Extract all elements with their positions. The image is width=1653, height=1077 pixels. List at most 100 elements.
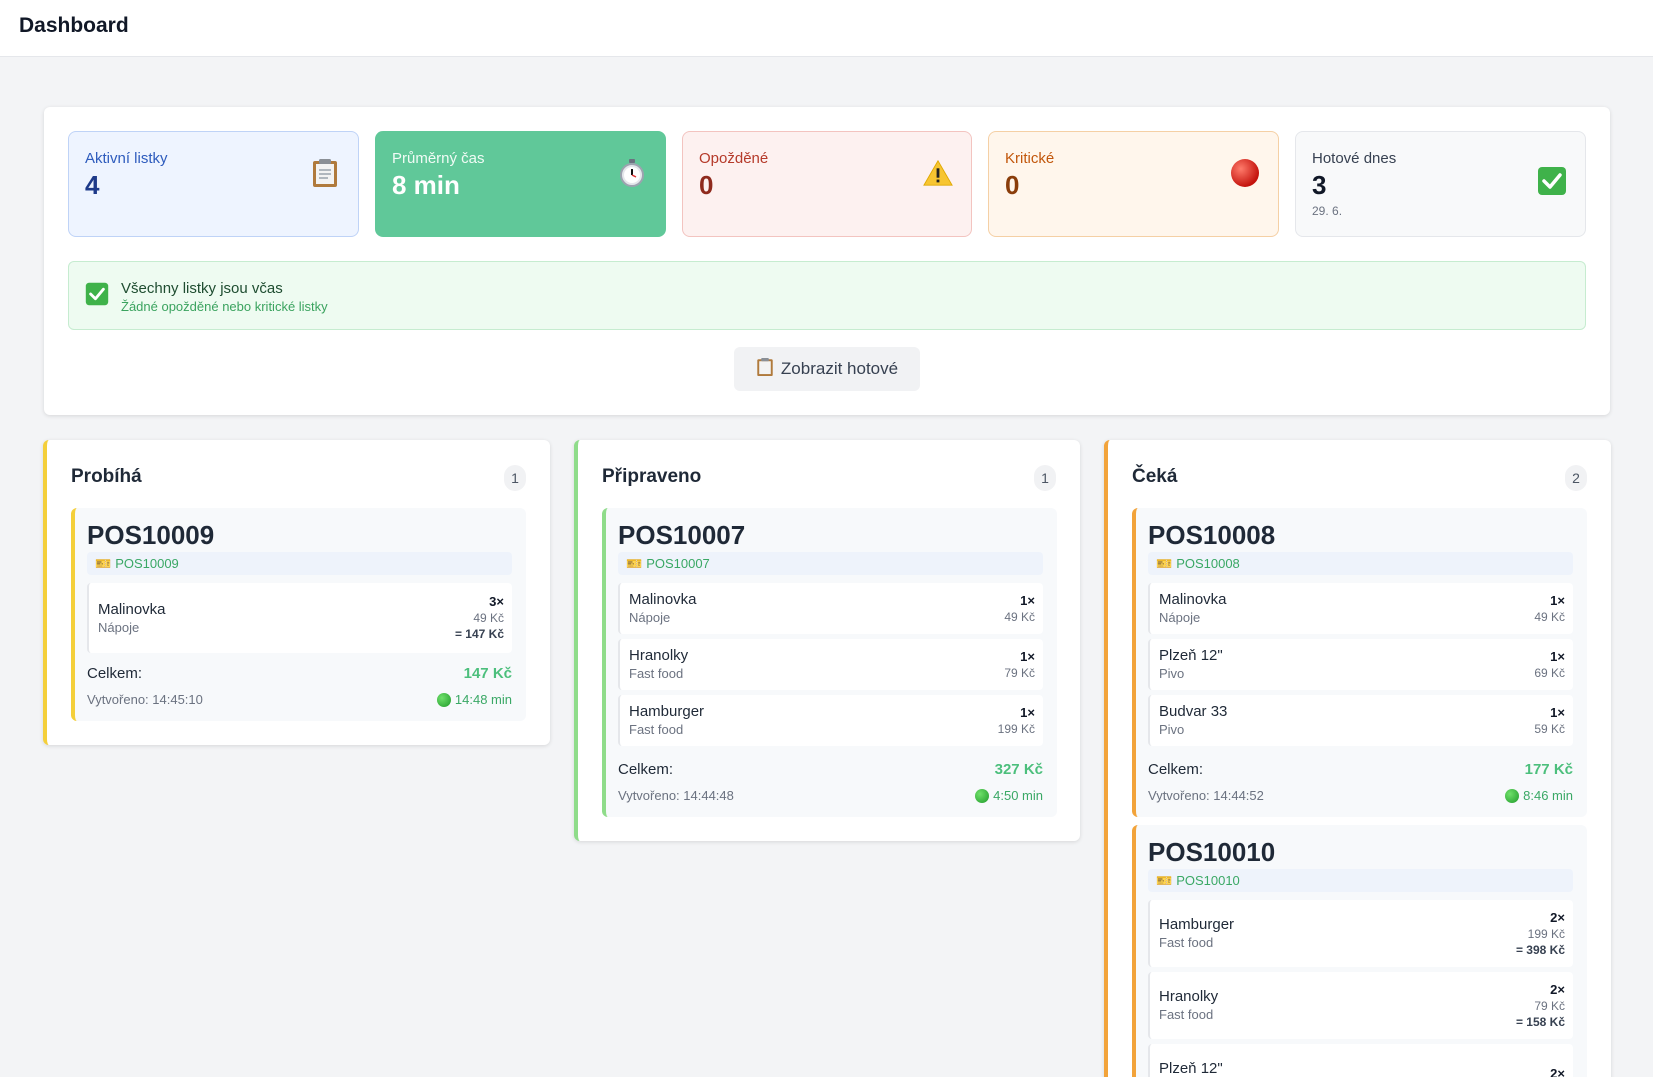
item-category: Fast food [1159,1007,1214,1022]
ticket-summary: Celkem: 177 Kč [1148,761,1573,781]
ticket-icon: 🎫 [1156,872,1173,888]
ticket-source-label: POS10010 [1176,873,1240,888]
stat-critical[interactable]: Kritické 0 [988,131,1279,237]
show-done-button[interactable]: Zobrazit hotové [734,347,920,391]
list-item: Hamburger Fast food 1× 199 Kč [618,695,1043,746]
item-name: Hamburger [1159,916,1235,933]
column-in-progress: Probíhá 1 POS10009 🎫 POS10009 Malinovka N… [43,440,550,745]
ticket-meta: Vytvořeno: 14:44:52 8:46 min [1148,788,1573,806]
ticket-icon: 🎫 [95,555,112,571]
green-circle-icon [436,692,451,707]
item-price: 49 Kč [473,611,504,625]
stopwatch-icon [617,158,647,188]
item-price: 49 Kč [1534,609,1565,624]
item-category: Fast food [629,722,684,737]
stat-label: Hotové dnes [1312,150,1397,167]
created-time: Vytvořeno: 14:44:48 [618,788,734,803]
ticket-icon: 🎫 [626,555,643,571]
list-item: Malinovka Nápoje 1× 49 Kč [618,583,1043,634]
item-total: = 158 Kč [1515,1014,1565,1029]
ticket-card[interactable]: POS10007 🎫 POS10007 Malinovka Nápoje 1× 49… [602,508,1057,817]
page-title: Dashboard [19,14,129,37]
ticket-items: Malinovka Nápoje 1× 49 Kč Hranolky Fast f… [618,583,1043,751]
clipboard-icon [310,158,340,188]
column-count-badge: 1 [504,465,526,491]
stat-label: Průměrný čas [392,150,485,167]
item-name: Plzeň 12" [1159,1060,1223,1077]
ticket-source-label: POS10007 [646,556,710,571]
ticket-id: POS10007 [618,520,746,550]
item-price: 59 Kč [1534,721,1565,736]
elapsed-time: 4:50 min [993,788,1043,803]
item-qty: 3× [489,594,504,609]
stat-active-tickets[interactable]: Aktivní listky 4 [68,131,359,237]
item-name: Plzeň 12" [1159,647,1223,664]
stat-label: Opožděné [699,150,769,167]
column-title: Připraveno [602,466,702,487]
item-qty: 1× [1020,592,1035,608]
item-qty: 2× [1550,981,1565,997]
stat-value: 0 [1005,170,1020,200]
ticket-icon: 🎫 [1156,555,1173,571]
column-count-badge: 1 [1034,465,1056,491]
item-price: 199 Kč [1527,926,1565,941]
item-qty: 1× [1550,704,1565,720]
stat-delayed[interactable]: Opožděné 0 [682,131,972,237]
stat-label: Kritické [1005,150,1055,167]
item-category: Pivo [1159,666,1185,681]
red-circle-icon [1230,158,1260,188]
item-name: Malinovka [1159,591,1227,608]
column-waiting: Čeká 2 POS10008 🎫 POS10008 Malinovka Nápo… [1104,440,1611,1077]
ticket-meta: Vytvořeno: 14:45:10 14:48 min [87,692,512,710]
list-item: Hranolky Fast food 1× 79 Kč [618,639,1043,690]
ticket-source-label: POS10008 [1176,556,1240,571]
column-title: Probíhá [71,466,142,487]
show-done-label: Zobrazit hotové [780,359,899,378]
stat-value: 0 [699,170,714,200]
item-name: Hamburger [629,703,705,720]
ticket-id: POS10008 [1148,520,1276,550]
summary-label: Celkem: [1148,761,1204,778]
item-qty: 1× [1020,704,1035,720]
stat-value: 3 [1312,170,1327,200]
item-price: 49 Kč [1004,609,1035,624]
green-circle-icon [1505,788,1520,803]
summary-value: 147 Kč [463,665,512,682]
ticket-id: POS10009 [87,520,215,550]
ticket-source: 🎫 POS10009 [87,552,512,575]
list-item: Malinovka Nápoje 3× 49 Kč = 147 Kč [87,583,512,653]
ticket-items: Malinovka Nápoje 1× 49 Kč Plzeň 12" Pivo … [1148,583,1573,751]
item-price: 199 Kč [997,721,1035,736]
ticket-card[interactable]: POS10009 🎫 POS10009 Malinovka Nápoje 3× 4… [71,508,526,721]
item-category: Nápoje [629,610,671,625]
warning-icon [923,158,953,188]
list-item: Plzeň 12" 2× [1148,1044,1573,1077]
item-category: Nápoje [1159,610,1201,625]
stat-done-today[interactable]: Hotové dnes 3 29. 6. [1295,131,1586,237]
status-alert: Všechny listky jsou včas Žádné opožděné … [68,261,1586,330]
list-item: Malinovka Nápoje 1× 49 Kč [1148,583,1573,634]
item-name: Hranolky [629,647,689,664]
summary-label: Celkem: [87,665,143,682]
item-qty: 1× [1550,592,1565,608]
item-total: = 398 Kč [1515,942,1565,957]
item-category: Pivo [1159,722,1185,737]
list-item: Hamburger Fast food 2× 199 Kč = 398 Kč [1148,900,1573,967]
created-time: Vytvořeno: 14:44:52 [1148,788,1264,803]
ticket-items: Hamburger Fast food 2× 199 Kč = 398 Kč Hra… [1148,900,1573,1077]
ticket-summary: Celkem: 147 Kč [87,665,512,685]
elapsed-time: 14:48 min [454,692,512,707]
stat-average-time[interactable]: Průměrný čas 8 min [375,131,666,237]
ticket-card[interactable]: POS10010 🎫 POS10010 Hamburger Fast food 2… [1132,825,1587,1077]
column-ready: Připraveno 1 POS10007 🎫 POS10007 Malinovk… [574,440,1080,841]
ticket-card[interactable]: POS10008 🎫 POS10008 Malinovka Nápoje 1× 49… [1132,508,1587,817]
ticket-meta: Vytvořeno: 14:44:48 4:50 min [618,788,1043,806]
check-icon [85,282,109,311]
item-qty: 1× [1020,648,1035,664]
ticket-id: POS10010 [1148,837,1276,867]
stat-value: 4 [85,170,100,200]
alert-title: Všechny listky jsou včas [121,280,283,297]
item-name: Budvar 33 [1159,703,1228,720]
green-circle-icon [975,788,990,803]
item-price: 79 Kč [1004,665,1035,680]
